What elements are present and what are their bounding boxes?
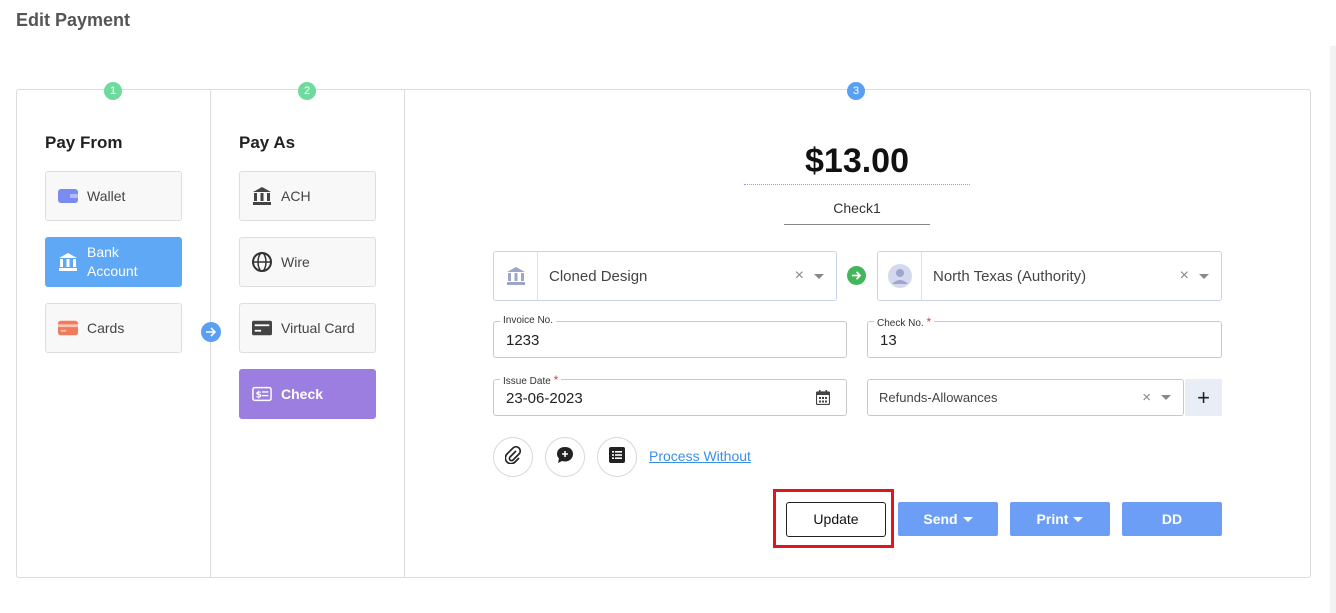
invoice-number-value: 1233 [506,332,540,349]
caret-down-icon [962,516,973,522]
send-button[interactable]: Send [898,502,998,536]
pay-from-bank-label-2: Account [87,263,138,279]
pay-from-bank-account[interactable]: Bank Account [45,237,182,287]
clear-icon[interactable]: × [1180,267,1189,285]
step-indicator-1: 1 [104,82,122,100]
chevron-down-icon[interactable] [814,273,824,279]
pay-from-cards-label: Cards [87,320,125,336]
calendar-icon[interactable] [815,390,831,410]
pay-as-virtual-card-label: Virtual Card [281,320,355,336]
user-avatar-icon [878,252,922,300]
pay-as-check-label: Check [281,386,324,402]
pay-from-wallet-label: Wallet [87,188,126,204]
pay-as-ach[interactable]: ACH [239,171,376,221]
pay-as-wire-label: Wire [281,254,310,270]
dd-button[interactable]: DD [1122,502,1222,536]
category-value: Refunds-Allowances [879,390,998,405]
print-button-label: Print [1036,511,1069,527]
page-title: Edit Payment [16,10,131,30]
paperclip-icon [504,445,522,469]
pay-as-ach-label: ACH [281,188,311,204]
check-icon: $ [252,384,272,404]
required-mark: * [553,373,559,387]
pay-as-wire[interactable]: Wire [239,237,376,287]
bank-icon [494,252,538,300]
check-number-value: 13 [880,332,897,349]
pay-from-cards[interactable]: Cards [45,303,182,353]
step-indicator-2: 2 [298,82,316,100]
category-select[interactable]: Refunds-Allowances × [867,379,1184,416]
from-account-value: Cloned Design [549,267,648,285]
comment-add-icon [556,446,574,469]
wallet-icon [58,186,78,206]
check-number-label-text: Check No. [877,318,924,329]
payee-value: North Texas (Authority) [933,267,1087,285]
required-mark: * [926,315,932,329]
chevron-down-icon[interactable] [1161,395,1171,400]
arrow-right-icon [201,322,221,342]
clear-icon[interactable]: × [795,267,804,285]
caret-down-icon [1073,516,1084,522]
chevron-down-icon[interactable] [1199,273,1209,279]
card-icon [252,318,272,338]
scrollbar[interactable] [1330,46,1336,613]
issue-date-value: 23-06-2023 [506,390,583,407]
pay-as-check[interactable]: $ Check [239,369,376,419]
list-icon [609,446,625,468]
clear-icon[interactable]: × [1142,389,1151,406]
pay-as-virtual-card[interactable]: Virtual Card [239,303,376,353]
pay-from-bank-label-1: Bank [87,244,119,260]
arrow-right-icon [847,266,866,285]
column-divider [404,90,405,577]
check-name-field[interactable]: Check1 [784,200,930,225]
invoice-number-label: Invoice No. [500,315,557,326]
issue-date-field[interactable]: Issue Date * 23-06-2023 [493,373,847,416]
globe-icon [252,252,272,272]
pay-from-wallet[interactable]: Wallet [45,171,182,221]
list-button[interactable] [597,437,637,477]
check-number-label: Check No. * [874,315,935,329]
payment-amount[interactable]: $13.00 [744,142,970,185]
check-number-field[interactable]: Check No. * 13 [867,315,1222,358]
step-indicator-3: 3 [847,82,865,100]
bank-icon [252,186,272,206]
update-button[interactable]: Update [786,502,886,537]
pay-as-heading: Pay As [239,133,296,152]
payee-select[interactable]: North Texas (Authority) × [877,251,1222,301]
send-button-label: Send [923,511,958,527]
add-category-button[interactable]: + [1185,379,1222,416]
credit-card-icon [58,318,78,338]
pay-from-heading: Pay From [45,133,123,152]
bank-icon [58,252,78,272]
process-without-link[interactable]: Process Without [649,448,751,464]
issue-date-label: Issue Date * [500,373,562,387]
issue-date-label-text: Issue Date [503,376,551,387]
from-account-select[interactable]: Cloned Design × [493,251,837,301]
svg-text:$: $ [256,391,262,401]
print-button[interactable]: Print [1010,502,1110,536]
invoice-number-field[interactable]: Invoice No. 1233 [493,315,847,358]
comment-button[interactable] [545,437,585,477]
dd-button-label: DD [1161,511,1183,527]
attach-button[interactable] [493,437,533,477]
